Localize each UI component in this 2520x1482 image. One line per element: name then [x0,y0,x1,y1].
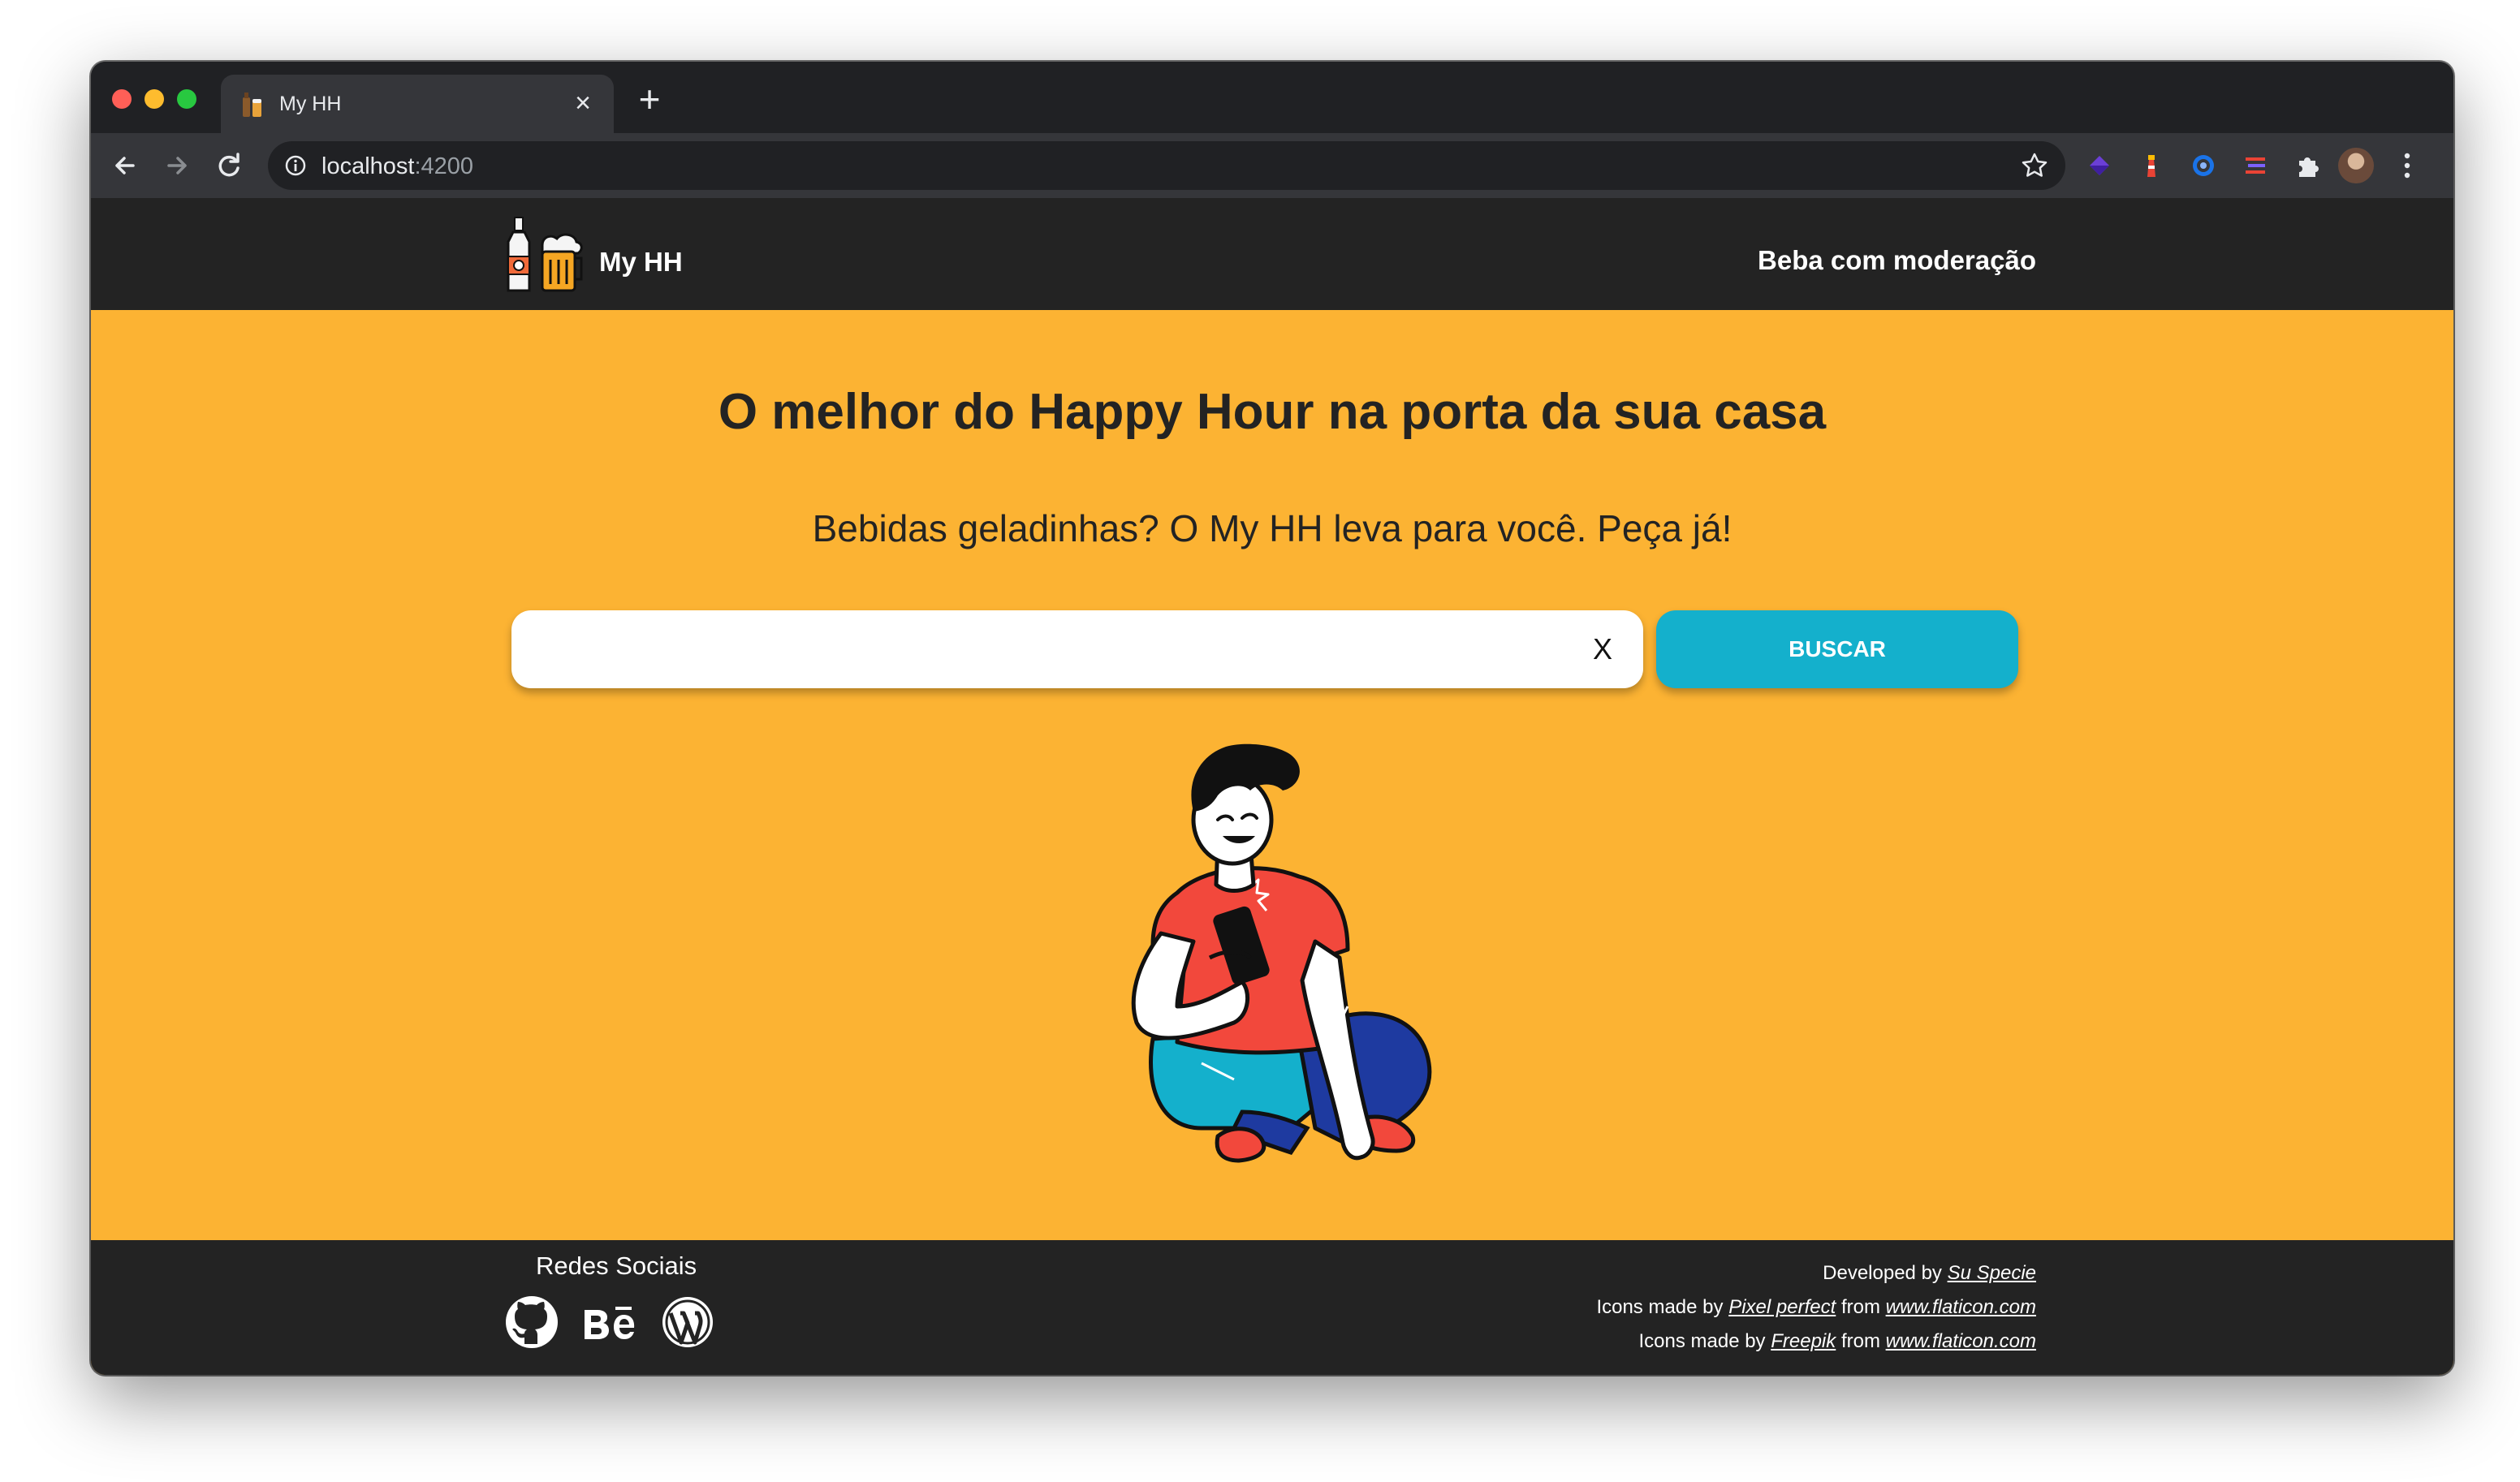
browser-window: My HH × + localhost:4200 My HH Beba com … [91,62,2453,1375]
hero-subtitle: Bebidas geladinhas? O My HH leva para vo… [812,507,1732,549]
page-viewport: My HH Beba com moderação O melhor do Hap… [91,198,2453,1375]
developer-link[interactable]: Su Specie [1948,1262,2036,1284]
credit-from: from [1840,1330,1880,1352]
browser-tab[interactable]: My HH × [221,75,614,133]
search-button[interactable]: BUSCAR [1656,610,2018,688]
clear-search-button[interactable]: X [1586,627,1619,672]
back-icon[interactable] [104,144,146,187]
tab-title: My HH [279,93,342,115]
freepik-link[interactable]: Freepik [1771,1330,1836,1352]
social-title: Redes Sociais [536,1252,697,1280]
credit-prefix: Icons made by [1596,1296,1724,1318]
url-text: localhost:4200 [321,153,473,180]
tab-close-button[interactable]: × [567,86,599,120]
beer-favicon-icon [243,93,261,117]
credits-block: Developed by Su Specie Icons made by Pix… [1596,1256,2036,1359]
credit-prefix: Developed by [1823,1262,1942,1284]
pixel-perfect-link[interactable]: Pixel perfect [1728,1296,1836,1318]
window-close-button[interactable] [112,89,132,109]
credit-line: Icons made by Freepik from www.flaticon.… [1596,1325,2036,1359]
address-bar[interactable]: localhost:4200 [268,141,2065,190]
profile-avatar[interactable] [2338,148,2374,183]
extension-diamond-icon[interactable] [2085,151,2114,180]
url-port: :4200 [414,153,474,179]
search-box: X [511,610,1643,688]
extension-lighthouse-icon[interactable] [2137,151,2166,180]
reload-icon[interactable] [208,144,250,187]
beer-logo-icon[interactable] [505,214,586,295]
behance-icon[interactable] [581,1294,638,1351]
person-with-phone-illustration [1131,743,1432,1163]
extension-target-icon[interactable] [2189,151,2218,180]
extensions-puzzle-icon[interactable] [2293,151,2322,180]
credit-line: Icons made by Pixel perfect from www.fla… [1596,1290,2036,1325]
site-info-icon[interactable] [284,154,307,177]
forward-icon[interactable] [156,144,198,187]
site-header: My HH Beba com moderação [91,198,2453,310]
new-tab-button[interactable]: + [627,76,672,122]
site-footer: Redes Sociais Developed by Su Specie Ico… [91,1240,2453,1375]
url-host: localhost [321,153,415,179]
extension-lines-icon[interactable] [2241,151,2270,180]
browser-menu-icon[interactable] [2395,148,2419,183]
hero-title: O melhor do Happy Hour na porta da sua c… [718,384,1827,440]
browser-toolbar: localhost:4200 [91,133,2453,198]
tab-strip: My HH × + [91,62,2453,133]
github-icon[interactable] [503,1294,560,1351]
credit-line: Developed by Su Specie [1596,1256,2036,1290]
search-input[interactable] [536,620,1562,680]
window-minimize-button[interactable] [145,89,164,109]
bookmark-star-icon[interactable] [2018,149,2051,182]
credit-prefix: Icons made by [1638,1330,1766,1352]
wordpress-icon[interactable] [659,1294,716,1351]
flaticon-link[interactable]: www.flaticon.com [1886,1330,2036,1352]
window-maximize-button[interactable] [177,89,196,109]
moderation-link[interactable]: Beba com moderação [1758,245,2036,276]
flaticon-link[interactable]: www.flaticon.com [1886,1296,2036,1318]
credit-from: from [1840,1296,1880,1318]
brand-name[interactable]: My HH [599,247,683,278]
